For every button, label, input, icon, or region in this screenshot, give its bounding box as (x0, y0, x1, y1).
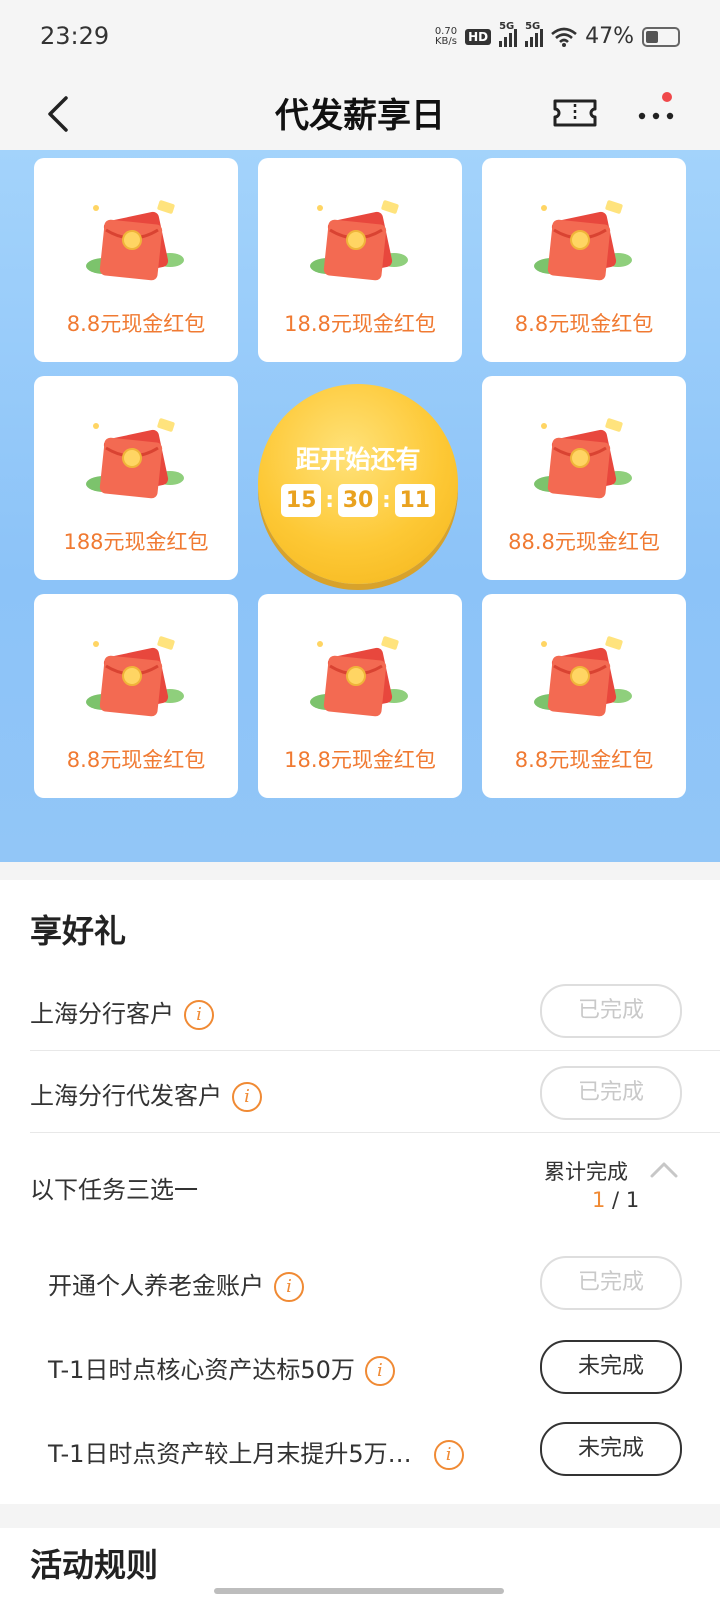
task-label: 上海分行客户 (30, 1000, 174, 1028)
task-status-button[interactable]: 已完成 (540, 984, 682, 1038)
subtask-label: T-1日时点核心资产达标50万 (48, 1356, 355, 1384)
countdown-seconds: 11 (394, 484, 435, 517)
prize-label: 18.8元现金红包 (284, 312, 436, 336)
progress-total: 1 (625, 1188, 640, 1212)
countdown-hours: 15 (281, 484, 322, 517)
countdown-button[interactable]: 距开始还有 15 : 30 : 11 (258, 384, 458, 584)
prize-card[interactable]: 8.8元现金红包 (482, 594, 686, 798)
prize-card[interactable]: 8.8元现金红包 (482, 158, 686, 362)
subtask-status-button[interactable]: 未完成 (540, 1422, 682, 1476)
nav-bar: 代发薪享日 (0, 78, 720, 150)
prize-card[interactable]: 188元现金红包 (34, 376, 238, 580)
section-divider (0, 862, 720, 880)
status-time: 23:29 (40, 22, 110, 50)
network-speed-value: 0.70 (434, 25, 458, 37)
subtask-status-button[interactable]: 已完成 (540, 1256, 682, 1310)
red-envelope-icon (86, 636, 184, 717)
prize-card[interactable]: 88.8元现金红包 (482, 376, 686, 580)
network-speed: 0.70 KB/s (434, 25, 458, 47)
lottery-grid: 8.8元现金红包 18.8元现金红包 8.8元现金红包 188元现金红包 88.… (0, 150, 720, 862)
red-envelope-icon (534, 418, 632, 499)
more-button[interactable] (636, 88, 686, 138)
progress-separator: / (605, 1188, 626, 1212)
info-icon[interactable]: i (433, 1440, 464, 1470)
info-icon[interactable]: i (232, 1082, 262, 1112)
countdown-separator: : (325, 488, 334, 513)
info-icon[interactable]: i (184, 1000, 214, 1030)
info-icon[interactable]: i (364, 1356, 395, 1386)
signal-icon-2: 5G (525, 21, 544, 47)
prize-card[interactable]: 8.8元现金红包 (34, 594, 238, 798)
gifts-section: 享好礼 上海分行客户 i 已完成 上海分行代发客户 i 已完成 以下任务三选一 累计… (0, 880, 720, 1520)
divider (30, 1132, 720, 1133)
section-title: 享好礼 (30, 912, 127, 950)
red-envelope-icon (310, 200, 408, 281)
subtask-label: T-1日时点资产较上月末提升5万… (48, 1440, 412, 1468)
wifi-icon (551, 27, 577, 47)
task-label-wrap: 上海分行代发客户 i (30, 1076, 262, 1112)
red-envelope-icon (86, 200, 184, 281)
rules-title: 活动规则 (30, 1546, 159, 1584)
red-envelope-icon (534, 636, 632, 717)
status-bar: 23:29 0.70 KB/s HD 5G 5G 47% (0, 0, 720, 78)
red-envelope-icon (534, 200, 632, 281)
countdown-timer: 15 : 30 : 11 (258, 484, 458, 517)
prize-label: 88.8元现金红包 (508, 530, 660, 554)
battery-percent: 47% (585, 24, 634, 49)
countdown-minutes: 30 (338, 484, 378, 517)
battery-icon (642, 26, 680, 47)
home-indicator[interactable] (214, 1588, 504, 1594)
signal-label-1: 5G (499, 20, 515, 32)
subtask-label: 开通个人养老金账户 (48, 1272, 264, 1300)
prize-label: 8.8元现金红包 (514, 312, 654, 336)
subtask-label-wrap: T-1日时点核心资产达标50万 i (48, 1350, 395, 1386)
countdown-title: 距开始还有 (295, 445, 421, 474)
prize-label: 188元现金红包 (63, 530, 209, 554)
red-envelope-icon (310, 636, 408, 717)
progress-count: 1 / 1 (592, 1188, 639, 1212)
progress-current: 1 (592, 1188, 606, 1212)
divider (30, 1050, 720, 1051)
subtask-status-button[interactable]: 未完成 (540, 1340, 682, 1394)
network-speed-unit: KB/s (434, 35, 457, 47)
prize-label: 18.8元现金红包 (284, 748, 436, 772)
countdown-separator: : (382, 488, 391, 513)
prize-label: 8.8元现金红包 (66, 312, 206, 336)
task-group-label: 以下任务三选一 (30, 1176, 198, 1204)
prize-label: 8.8元现金红包 (514, 748, 654, 772)
signal-icon-1: 5G (499, 21, 518, 47)
prize-card[interactable]: 8.8元现金红包 (34, 158, 238, 362)
subtask-label-wrap: 开通个人养老金账户 i (48, 1266, 304, 1302)
red-envelope-icon (86, 418, 184, 499)
status-icons: 0.70 KB/s HD 5G 5G 47% (434, 21, 680, 49)
notification-dot (662, 92, 672, 102)
task-status-button[interactable]: 已完成 (540, 1066, 682, 1120)
prize-card[interactable]: 18.8元现金红包 (258, 594, 462, 798)
section-divider (0, 1504, 720, 1528)
task-label: 上海分行代发客户 (30, 1082, 222, 1110)
prize-card[interactable]: 18.8元现金红包 (258, 158, 462, 362)
prize-label: 8.8元现金红包 (66, 748, 206, 772)
info-icon[interactable]: i (274, 1272, 304, 1302)
hd-icon: HD (465, 28, 492, 45)
progress-label: 累计完成 (544, 1160, 628, 1184)
more-icon (638, 112, 674, 120)
signal-label-2: 5G (525, 20, 541, 32)
chevron-up-icon[interactable] (648, 1160, 680, 1180)
task-label-wrap: 上海分行客户 i (30, 994, 214, 1030)
page-title: 代发薪享日 (275, 96, 445, 136)
ticket-icon[interactable] (552, 92, 598, 134)
subtask-label-wrap: T-1日时点资产较上月末提升5万… i (48, 1434, 464, 1470)
